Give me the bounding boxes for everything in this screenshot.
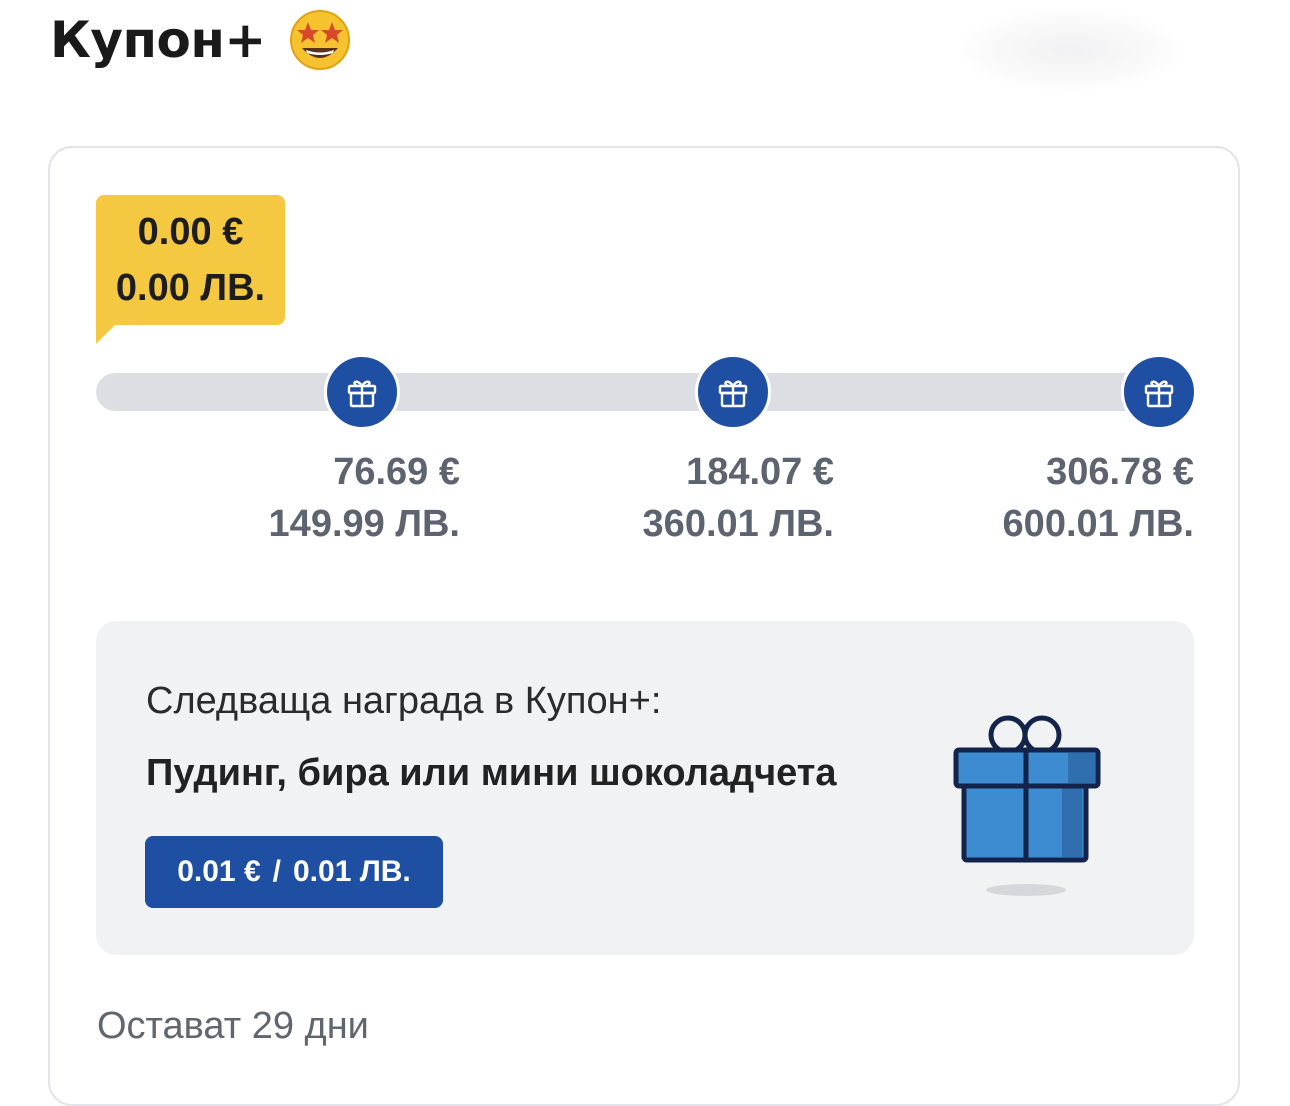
progress-track [96,373,1160,411]
milestone-2-eur: 184.07 € [686,451,834,493]
next-reward-intro: Следваща награда в Купон+: [146,680,662,722]
blurred-area [960,10,1180,90]
milestone-1-gift-icon [324,354,400,430]
reward-price-bgn: 0.01 ЛВ. [292,855,411,888]
star-struck-emoji-icon [288,8,352,72]
current-amount-eur: 0.00 € [137,211,244,253]
price-separator: / [272,855,281,888]
page-title-text: Купон+ [50,11,266,69]
current-amount-bgn: 0.00 ЛВ. [115,267,266,309]
next-reward-name: Пудинг, бира или мини шоколадчета [146,752,837,794]
gift-box-icon [950,710,1110,904]
milestone-2-label: 184.07 € 360.01 ЛВ. [643,446,834,550]
current-amount-badge: 0.00 € 0.00 ЛВ. [96,195,285,325]
milestone-1-eur: 76.69 € [333,451,460,493]
reward-price-button[interactable]: 0.01 € / 0.01 ЛВ. [145,836,443,908]
badge-pointer [96,318,122,344]
days-remaining: Остават 29 дни [97,1005,369,1047]
milestone-1-label: 76.69 € 149.99 ЛВ. [269,446,460,550]
milestone-3-gift-icon [1121,354,1197,430]
milestone-3-label: 306.78 € 600.01 ЛВ. [1003,446,1194,550]
milestone-2-gift-icon [695,354,771,430]
milestone-1-bgn: 149.99 ЛВ. [268,503,460,545]
reward-price-eur: 0.01 € [177,855,261,888]
page-title: Купон+ [50,8,352,72]
milestone-3-bgn: 600.01 ЛВ. [1002,503,1194,545]
milestone-2-bgn: 360.01 ЛВ. [642,503,834,545]
milestone-3-eur: 306.78 € [1046,451,1194,493]
